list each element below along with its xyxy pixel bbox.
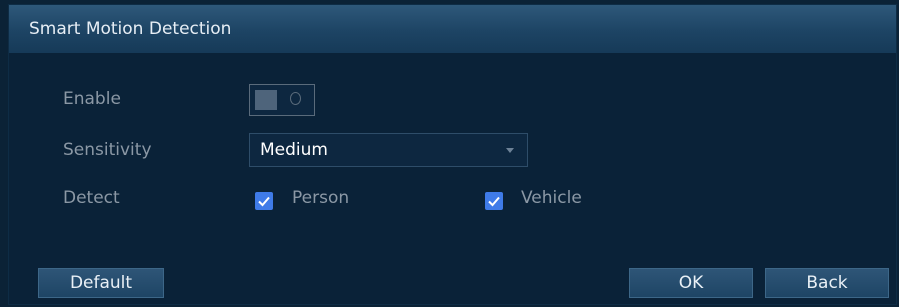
checkmark-icon (488, 196, 500, 207)
ok-button[interactable]: OK (629, 268, 753, 298)
vehicle-label: Vehicle (521, 188, 582, 208)
enable-label: Enable (63, 89, 121, 109)
dialog-title: Smart Motion Detection (29, 19, 232, 39)
toggle-off-icon (290, 92, 301, 105)
default-button[interactable]: Default (38, 268, 164, 298)
vehicle-checkbox[interactable] (485, 192, 503, 210)
sensitivity-select[interactable]: Medium (249, 133, 528, 167)
detect-label: Detect (63, 188, 120, 208)
back-button[interactable]: Back (765, 268, 889, 298)
person-checkbox[interactable] (255, 192, 273, 210)
checkmark-icon (258, 196, 270, 207)
sensitivity-value: Medium (260, 140, 328, 160)
person-label: Person (292, 188, 350, 208)
smart-motion-detection-dialog: Smart Motion Detection Enable Sensitivit… (8, 4, 897, 305)
chevron-down-icon (506, 148, 514, 153)
dialog-titlebar: Smart Motion Detection (9, 5, 896, 53)
enable-toggle[interactable] (249, 84, 315, 116)
toggle-knob (255, 90, 277, 110)
sensitivity-label: Sensitivity (63, 140, 152, 160)
